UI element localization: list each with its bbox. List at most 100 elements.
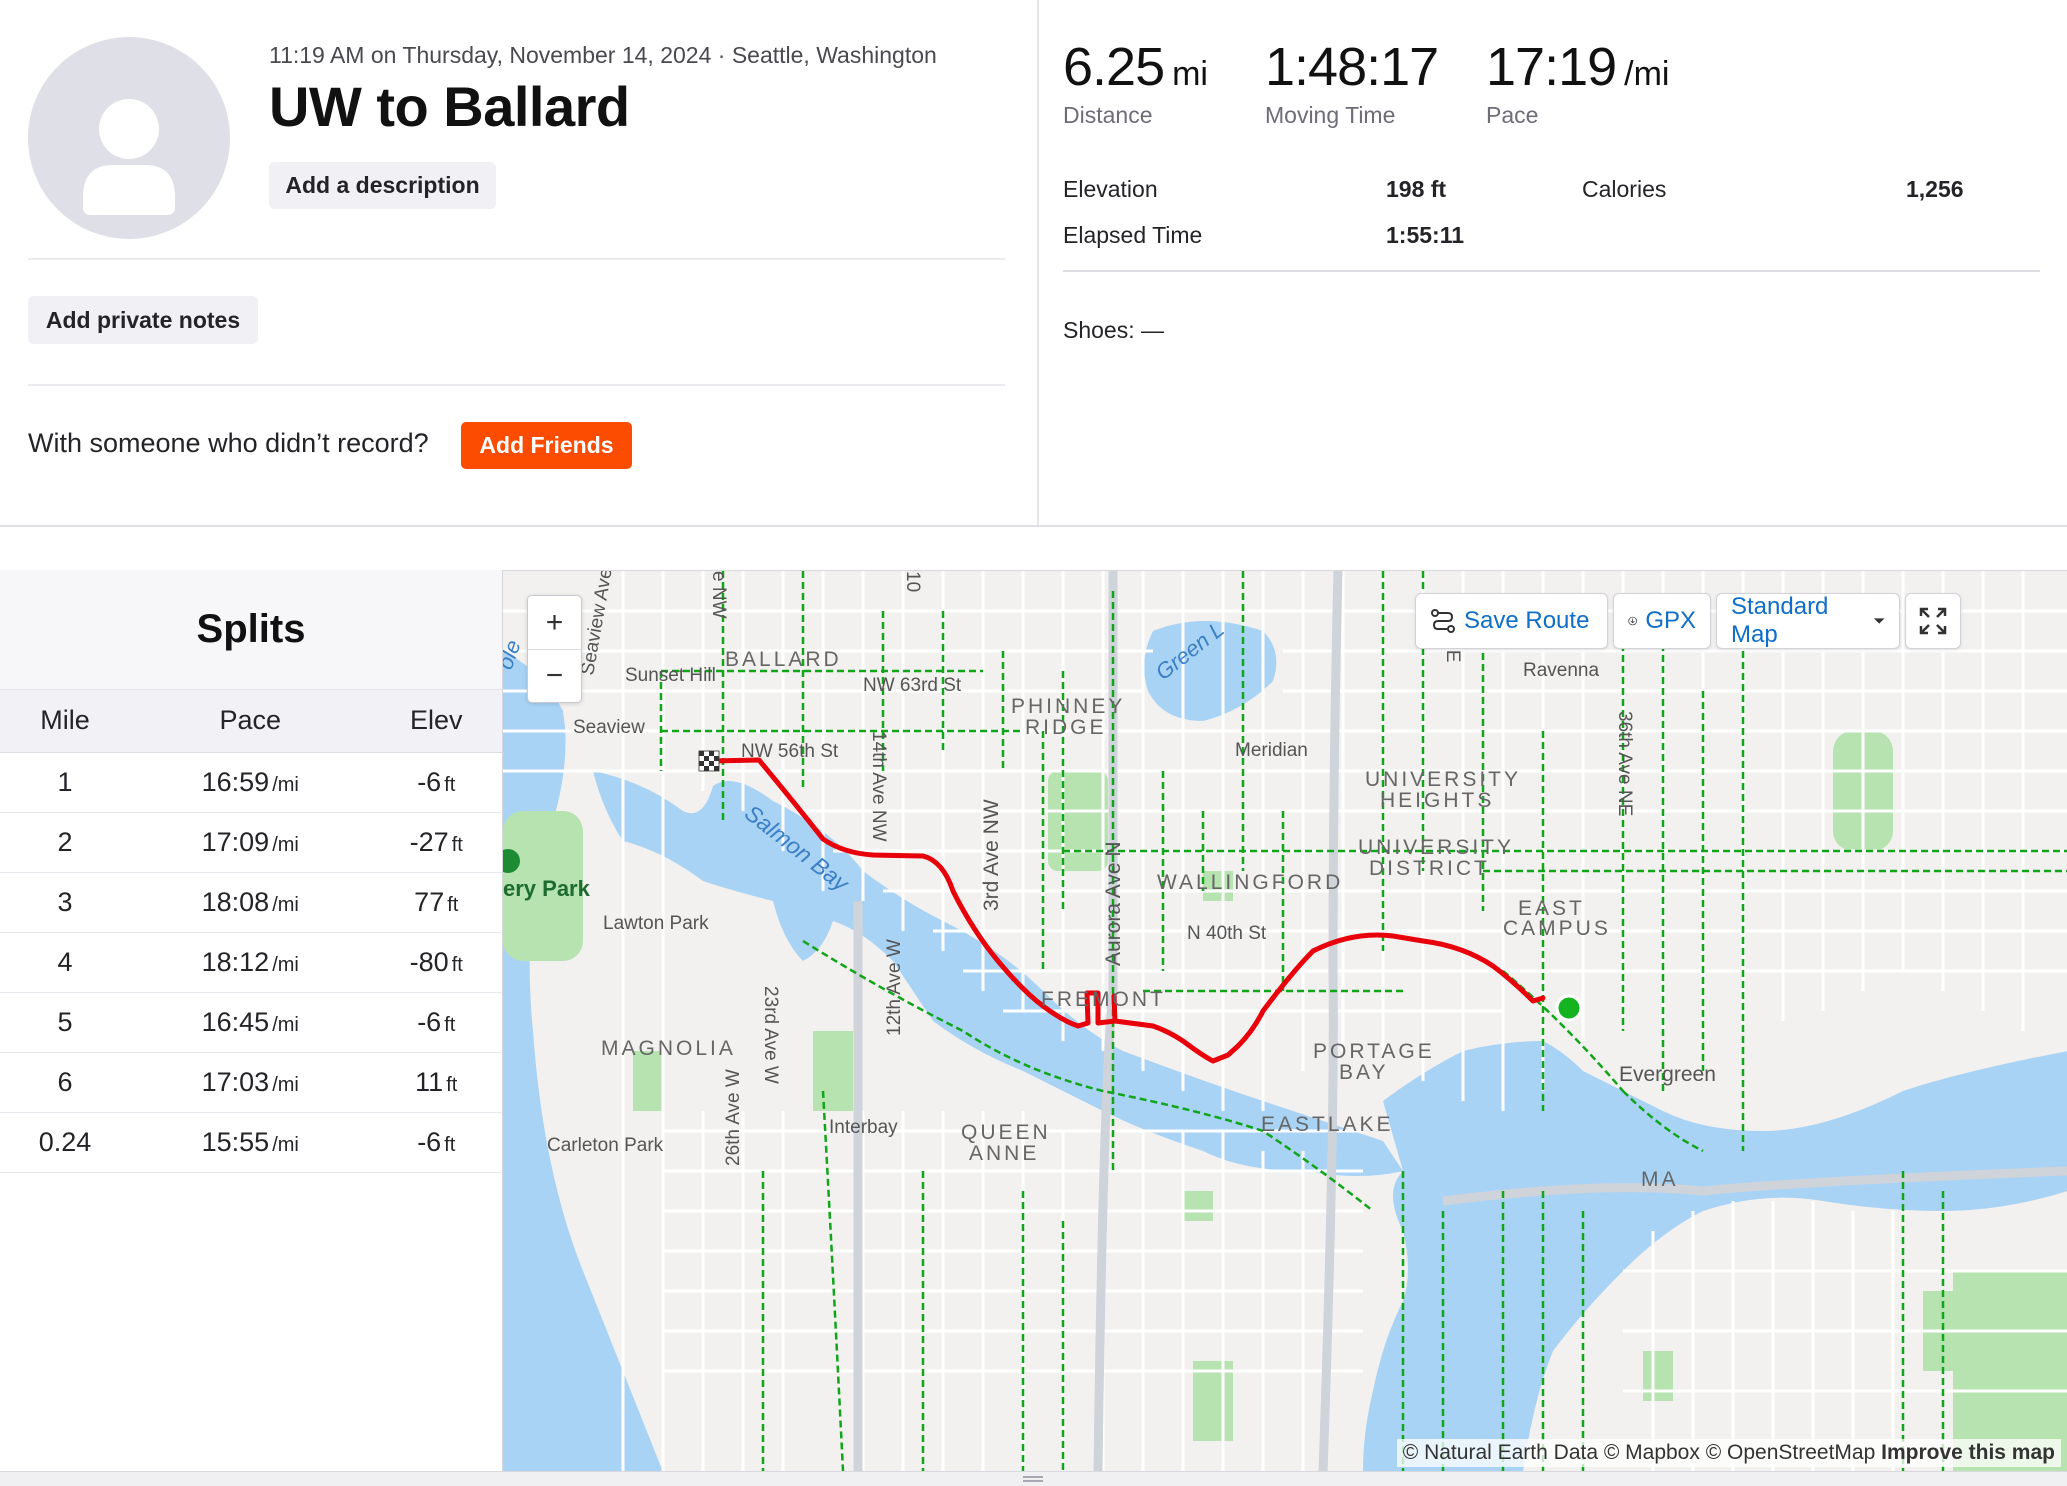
park <box>1643 1351 1673 1401</box>
map-label: N 40th St <box>1187 923 1267 944</box>
distance-unit: mi <box>1172 55 1208 93</box>
athlete-avatar[interactable] <box>28 37 230 239</box>
split-elev-unit: ft <box>451 833 463 856</box>
split-pace: 18:08/mi <box>130 872 371 933</box>
split-pace: 16:45/mi <box>130 992 371 1053</box>
map-label: UNIVERSITY <box>1358 836 1514 859</box>
split-pace-value: 16:59 <box>201 766 270 797</box>
map-label: PORTAGE <box>1313 1040 1435 1063</box>
split-row: 6 17:03/mi 11 ft <box>0 1052 502 1113</box>
gpx-label: GPX <box>1645 607 1696 634</box>
split-pace: 17:09/mi <box>130 812 371 873</box>
map-label: HEIGHTS <box>1380 789 1494 812</box>
split-pace-unit: /mi <box>272 953 299 976</box>
map-label: 10 <box>902 571 923 592</box>
map-label: NW 56th St <box>741 741 839 762</box>
split-row: 4 18:12/mi -80 ft <box>0 932 502 993</box>
shoes-info: Shoes: — <box>1063 317 1164 343</box>
map-label: Ravenna <box>1523 660 1599 681</box>
split-pace-value: 15:55 <box>201 1126 270 1157</box>
pace-label: Pace <box>1486 102 1539 128</box>
map-label: 12th Ave W <box>884 939 905 1036</box>
add-friends-button[interactable]: Add Friends <box>461 422 632 469</box>
resize-handle-icon[interactable] <box>1023 1476 1043 1482</box>
download-icon <box>1628 616 1637 626</box>
pace-value: 17:19 <box>1486 37 1617 97</box>
zoom-out-button[interactable]: − <box>528 649 581 702</box>
add-description-button[interactable]: Add a description <box>269 162 496 209</box>
split-elev: 77 ft <box>370 872 502 933</box>
map-label: Seaview Ave <box>577 571 617 677</box>
divider <box>1063 270 2040 272</box>
map-label: e NW <box>708 571 729 619</box>
split-elev-value: 11 <box>415 1066 444 1097</box>
moving-time-value: 1:48:17 <box>1265 37 1439 97</box>
split-mile: 0.24 <box>0 1112 130 1173</box>
split-pace: 15:55/mi <box>130 1112 371 1173</box>
column-header-elev: Elev <box>370 690 502 753</box>
map-type-label: Standard Map <box>1731 593 1829 648</box>
map-label: Interbay <box>829 1117 898 1138</box>
split-elev-value: -27 <box>409 826 449 857</box>
split-pace-value: 18:08 <box>201 886 270 917</box>
map-label: CAMPUS <box>1503 917 1611 940</box>
split-pace: 17:03/mi <box>130 1052 371 1113</box>
stat-pace: 17:19/mi Pace <box>1486 36 1669 129</box>
map-label: Evergreen <box>1619 1063 1716 1086</box>
split-elev-value: -6 <box>417 1126 442 1157</box>
split-mile: 1 <box>0 752 130 813</box>
vertical-divider <box>1037 0 1039 525</box>
split-elev: -27 ft <box>370 812 502 873</box>
split-pace-unit: /mi <box>272 833 299 856</box>
save-route-button[interactable]: Save Route <box>1415 593 1608 649</box>
zoom-in-button[interactable]: + <box>528 596 581 649</box>
caret-down-icon <box>1873 618 1885 624</box>
zoom-control: + − <box>527 595 582 703</box>
split-elev: -6 ft <box>370 992 502 1053</box>
splits-panel: Splits Mile Pace Elev 1 16:59/mi -6 ft 2 17:0… <box>0 570 502 1470</box>
divider <box>28 384 1005 386</box>
split-elev-value: 77 <box>414 886 445 917</box>
split-mile: 4 <box>0 932 130 993</box>
map-label: Sunset Hill <box>625 665 716 686</box>
distance-value: 6.25 <box>1063 37 1165 97</box>
split-pace-value: 17:03 <box>201 1066 270 1097</box>
add-private-notes-button[interactable]: Add private notes <box>28 296 258 344</box>
map-type-dropdown[interactable]: Standard Map <box>1716 593 1900 649</box>
map-label: 3rd Ave NW <box>980 799 1003 911</box>
split-mile: 6 <box>0 1052 130 1113</box>
map-label: ANNE <box>969 1142 1039 1165</box>
split-elev-unit: ft <box>444 773 456 796</box>
fullscreen-button[interactable] <box>1905 593 1961 649</box>
pace-unit: /mi <box>1624 55 1670 93</box>
split-elev-value: -6 <box>417 1006 442 1037</box>
split-pace-unit: /mi <box>272 1013 299 1036</box>
split-pace-unit: /mi <box>272 893 299 916</box>
split-mile-value: 2 <box>57 826 73 857</box>
map-label: Aurora Ave N <box>1102 841 1125 966</box>
map-label: UNIVERSITY <box>1365 768 1521 791</box>
elapsed-time-label: Elapsed Time <box>1063 222 1203 248</box>
route-map[interactable]: BALLARD Sunset Hill NW 63rd St NW 56th S… <box>502 570 2067 1471</box>
park <box>1183 1191 1213 1221</box>
split-row: 1 16:59/mi -6 ft <box>0 752 502 813</box>
attribution-text[interactable]: © Natural Earth Data © Mapbox © OpenStre… <box>1403 1441 1875 1464</box>
gpx-download-button[interactable]: GPX <box>1613 593 1711 649</box>
activity-title[interactable]: UW to Ballard <box>269 74 630 139</box>
park <box>1193 1361 1233 1441</box>
improve-map-link[interactable]: Improve this map <box>1881 1441 2055 1464</box>
user-silhouette-icon <box>83 99 175 215</box>
elapsed-time-value: 1:55:11 <box>1386 222 1465 248</box>
map-label: EASTLAKE <box>1261 1113 1394 1136</box>
split-pace-unit: /mi <box>272 773 299 796</box>
map-canvas[interactable]: BALLARD Sunset Hill NW 63rd St NW 56th S… <box>503 571 2067 1471</box>
split-pace: 18:12/mi <box>130 932 371 993</box>
split-mile-value: 5 <box>57 1006 73 1037</box>
split-mile-value: 3 <box>57 886 73 917</box>
map-attribution: © Natural Earth Data © Mapbox © OpenStre… <box>1396 1439 2061 1467</box>
elevation-value: 198 ft <box>1386 176 1447 202</box>
activity-datetime-location: 11:19 AM on Thursday, November 14, 2024 … <box>269 42 937 68</box>
activity-summary: 11:19 AM on Thursday, November 14, 2024 … <box>0 0 2067 527</box>
column-header-pace: Pace <box>130 690 371 753</box>
highway-i5 <box>1318 571 1343 1471</box>
